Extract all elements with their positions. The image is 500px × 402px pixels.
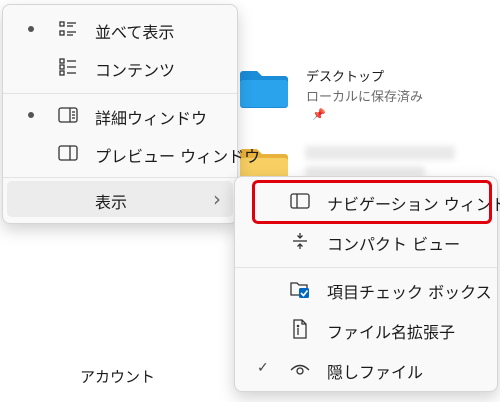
menu-separator: [3, 93, 237, 94]
menu-item-label: 詳細ウィンドウ: [95, 109, 208, 128]
pin-icon: 📌: [312, 108, 326, 121]
selected-bullet: [28, 112, 34, 118]
preview-pane-icon: [57, 142, 79, 164]
menu-item-hidden-files[interactable]: ✓ 隠しファイル: [239, 351, 493, 387]
menu-item-item-checkbox[interactable]: 項目チェック ボックス: [239, 271, 493, 307]
menu-item-details-pane[interactable]: 詳細ウィンドウ: [7, 97, 233, 133]
file-extension-icon: [289, 318, 311, 340]
view-menu: 並べて表示 コンテンツ 詳細ウィンドウ プレビュー ウィンドウ 表示 ›: [2, 4, 260, 224]
content-icon: [57, 56, 79, 78]
menu-item-label: 表示: [95, 193, 128, 212]
menu-item-compact-view[interactable]: コンパクト ビュー: [239, 223, 493, 259]
menu-item-file-extensions[interactable]: ファイル名拡張子: [239, 311, 493, 347]
menu-item-tiles[interactable]: 並べて表示: [7, 11, 233, 47]
desktop-folder-icon: [240, 71, 288, 108]
desktop-folder-status: ローカルに保存済み: [306, 90, 424, 105]
menu-separator: [3, 177, 237, 178]
tiles-icon: [57, 18, 79, 40]
details-pane-icon: [57, 104, 79, 126]
highlight-box: [252, 180, 492, 224]
blurred-folder-title: [305, 146, 455, 160]
menu-item-label: コンパクト ビュー: [327, 235, 461, 254]
account-label[interactable]: アカウント: [80, 366, 155, 387]
desktop-folder-title[interactable]: デスクトップ: [306, 66, 384, 85]
compact-view-icon: [289, 230, 311, 252]
menu-item-show[interactable]: 表示 ›: [7, 181, 233, 217]
chevron-right-icon: ›: [213, 187, 221, 211]
menu-item-label: ファイル名拡張子: [327, 323, 456, 342]
menu-item-content[interactable]: コンテンツ: [7, 49, 233, 85]
menu-item-label: 項目チェック ボックス: [327, 283, 492, 302]
menu-item-label: 隠しファイル: [327, 363, 424, 382]
menu-item-preview-pane[interactable]: プレビュー ウィンドウ: [7, 135, 260, 171]
menu-item-label: プレビュー ウィンドウ: [95, 147, 261, 166]
eye-icon: [289, 358, 311, 380]
check-icon: ✓: [257, 360, 269, 376]
selected-bullet: [28, 26, 34, 32]
menu-separator: [235, 267, 497, 268]
menu-item-label: コンテンツ: [95, 61, 176, 80]
item-checkbox-icon: [289, 278, 311, 300]
menu-item-label: 並べて表示: [95, 23, 175, 42]
